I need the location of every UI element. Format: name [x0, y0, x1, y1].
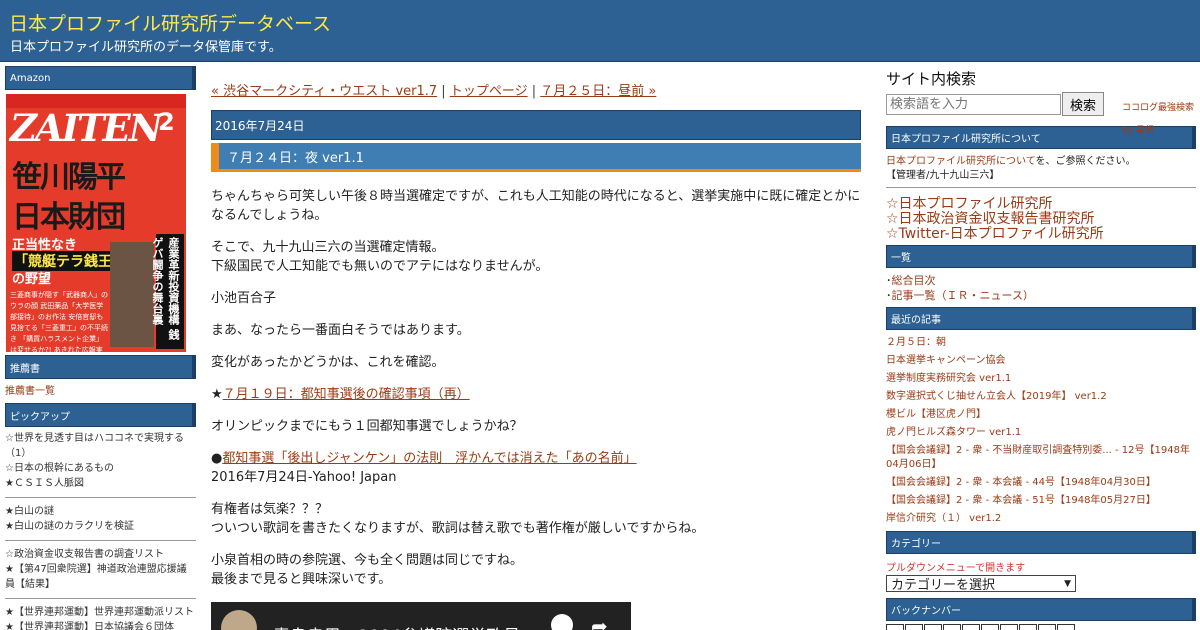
next-entry-link[interactable]: ７月２５日：昼前 »	[540, 84, 656, 99]
category-select-value: カテゴリーを選択	[891, 578, 996, 593]
watch-later-icon[interactable]	[551, 614, 573, 630]
related-site-link[interactable]: ☆日本プロファイル研究所	[886, 196, 1053, 212]
divider	[886, 187, 1196, 188]
divider	[5, 497, 196, 498]
search-input[interactable]	[886, 93, 1061, 115]
paragraph: ちゃんちゃら可笑しい午後８時当選確定ですが、これも人工知能の時代になると、選挙実…	[211, 189, 861, 223]
star-mark: ★	[211, 387, 223, 402]
paragraph: オリンピックまでにもう１回都知事選でしょうかね？	[211, 419, 523, 434]
related-site-link[interactable]: ☆Twitter-日本プロファイル研究所	[886, 226, 1104, 242]
nav-separator: |	[441, 84, 446, 99]
recent-heading: 最近の記事	[886, 307, 1196, 330]
prev-entry-link[interactable]: « 渋谷マークシティ・ウエスト ver1.7	[211, 84, 437, 99]
ad-photo	[110, 242, 154, 347]
site-description: 日本プロファイル研究所のデータ保管庫です。	[10, 40, 282, 55]
recent-item[interactable]: 岸信介研究（１） ver1.2	[886, 513, 1001, 524]
related-entry-link[interactable]: ７月１９日：都知事選後の確認事項（再）	[223, 387, 470, 402]
recent-item[interactable]: 選挙制度実務研究会 ver1.1	[886, 373, 1011, 384]
left-sidebar: Amazon ZAITEN 2 笹川陽平 日本財団 正当性なき 「競艇テラ銭王国…	[5, 66, 196, 630]
pickup-item[interactable]: ★白山の謎のカラクリを検証	[5, 519, 196, 534]
entry-body: ちゃんちゃら可笑しい午後８時当選確定ですが、これも人工知能の時代になると、選挙実…	[211, 187, 861, 589]
ad-issue: 2	[158, 108, 175, 136]
pickup-heading: ピックアップ	[5, 403, 196, 427]
ad-sub-3: の野望	[12, 272, 52, 287]
bullet-mark: ●	[211, 451, 223, 466]
about-text: 日本プロファイル研究所についてを、ご参照ください。 【管理者/九十九山三六】	[886, 156, 1136, 181]
pickup-item[interactable]: ★ＣＳＩＳ人脈図	[5, 476, 196, 491]
search-button[interactable]: 検索	[1062, 92, 1104, 116]
recent-item[interactable]: 【国会会議録】2 - 衆 - 本会議 - 44号【1948年04月30日】	[886, 477, 1156, 488]
index-item[interactable]: 記事一覧（ＩＲ・ニュース）	[892, 289, 1034, 302]
site-header: 日本プロファイル研究所データベース 日本プロファイル研究所のデータ保管庫です。	[0, 0, 1200, 62]
paragraph: 小泉首相の時の参院選、今も全く問題は同じですね。 最後まで見ると興味深いです。	[211, 553, 524, 587]
related-sites: ☆日本プロファイル研究所 ☆日本政治資金収支報告書研究所 ☆Twitter-日本…	[886, 197, 1196, 242]
paragraph: ★７月１９日：都知事選後の確認事項（再）	[211, 385, 861, 404]
index-heading: 一覧	[886, 245, 1196, 268]
about-link[interactable]: 日本プロファイル研究所について	[886, 156, 1036, 167]
nav-separator: |	[531, 84, 537, 99]
admin-name: 【管理者/九十九山三六】	[886, 170, 1000, 181]
entry-date: 2016年7月24日	[211, 110, 861, 140]
divider	[5, 598, 196, 599]
ad-vertical-text: 産業革新投資機構 銭ゲバ闘争の舞台裏	[151, 234, 184, 349]
ad-logo: ZAITEN	[10, 106, 163, 150]
pickup-item[interactable]: ★白山の謎	[5, 504, 196, 519]
related-site-link[interactable]: ☆日本政治資金収支報告書研究所	[886, 211, 1095, 227]
pickup-item[interactable]: ☆日本の根幹にあるもの	[5, 461, 196, 476]
entry-navigation: « 渋谷マークシティ・ウエスト ver1.7 | トップページ | ７月２５日：…	[211, 80, 861, 100]
paragraph: そこで、九十九山三六の当選確定情報。 下級国民で人工知能でも無いのでアテにはなりま…	[211, 240, 549, 274]
news-article-link[interactable]: 都知事選「後出しジャンケン」の法則 浮かんでは消えた「あの名前」	[222, 451, 636, 466]
recent-item[interactable]: 日本選挙キャンペーン協会	[886, 355, 1006, 366]
paragraph: 変化があったかどうかは、これを確認。	[211, 355, 445, 370]
category-select[interactable]: カテゴリーを選択 ▼	[886, 575, 1076, 593]
pickup-item[interactable]: ★【世界連邦運動】世界連邦運動派リスト	[5, 605, 196, 620]
top-page-link[interactable]: トップページ	[450, 84, 528, 99]
category-heading: カテゴリー	[886, 531, 1196, 554]
ad-small-lines: 三菱商事が隠す「武器商人」のウラの顔 武田薬品「大学医学部接待」のお作法 安倍官…	[10, 291, 108, 352]
category-note: プルダウンメニューで開きます	[886, 563, 1026, 574]
books-list-link[interactable]: 推薦書一覧	[5, 386, 55, 397]
recent-item[interactable]: 【国会会議録】2 - 衆 - 本会議 - 51号【1948年05月27日】	[886, 495, 1156, 506]
entry-title: ７月２４日：夜 ver1.1	[211, 143, 861, 172]
magazine-ad-image[interactable]: ZAITEN 2 笹川陽平 日本財団 正当性なき 「競艇テラ銭王国」 の野望 産…	[6, 94, 186, 352]
pickup-item[interactable]: ☆政治資金収支報告書の調査リスト	[5, 547, 196, 562]
amazon-heading: Amazon	[5, 66, 196, 90]
search-credit[interactable]: ココログ最強検索 by 暴想	[1122, 97, 1198, 143]
index-list: ･総合目次 ･記事一覧（ＩＲ・ニュース）	[886, 274, 1034, 302]
paragraph: ●都知事選「後出しジャンケン」の法則 浮かんでは消えた「あの名前」 2016年7月…	[211, 449, 861, 487]
search-title: サイト内検索	[886, 70, 977, 88]
recent-item[interactable]: 【国会会議録】2 - 衆 - 不当財産取引調査特別委... - 12号【1948…	[886, 445, 1190, 470]
news-source: 2016年7月24日-Yahoo! Japan	[211, 470, 397, 485]
right-sidebar: サイト内検索 検索 ココログ最強検索 by 暴想 日本プロファイル研究所について…	[886, 66, 1196, 630]
backnumber-calendar[interactable]	[886, 624, 1196, 630]
chevron-down-icon: ▼	[1064, 578, 1071, 589]
recent-item[interactable]: 櫻ビル【港区虎ノ門】	[886, 409, 986, 420]
books-heading: 推薦書	[5, 355, 196, 379]
pickup-item[interactable]: ☆世界を見透す目はハココネで実現する（1）	[5, 431, 196, 461]
recent-item[interactable]: ２月５日：朝	[886, 337, 946, 348]
main-content: « 渋谷マークシティ・ウエスト ver1.7 | トップページ | ７月２５日：…	[211, 66, 861, 630]
pickup-item[interactable]: ★【世界連邦運動】日本協議会６団体	[5, 620, 196, 630]
embedded-video[interactable]: 青島幸男 2004参議院選挙政見... ➦	[211, 602, 631, 630]
video-title: 青島幸男 2004参議院選挙政見...	[273, 622, 536, 630]
ad-headline-1: 笹川陽平	[12, 160, 126, 195]
index-item[interactable]: 総合目次	[892, 274, 936, 287]
recent-item[interactable]: 虎ノ門ヒルズ森タワー ver1.1	[886, 427, 1021, 438]
paragraph: 小池百合子	[211, 291, 277, 306]
pickup-item[interactable]: ★【第47回衆院選】神道政治連盟応援議員【結果】	[5, 562, 196, 592]
recent-item[interactable]: 数字選択式くじ抽せん立会人【2019年】 ver1.2	[886, 391, 1107, 402]
recent-list: ２月５日：朝 日本選挙キャンペーン協会 選挙制度実務研究会 ver1.1 数字選…	[886, 334, 1196, 528]
backnumber-heading: バックナンバー	[886, 598, 1196, 621]
share-icon[interactable]: ➦	[591, 614, 608, 630]
site-title[interactable]: 日本プロファイル研究所データベース	[9, 9, 331, 36]
divider	[5, 540, 196, 541]
channel-avatar	[221, 610, 257, 630]
paragraph: まあ、なったら一番面白そうではあります。	[211, 323, 470, 338]
ad-headline-2: 日本財団	[12, 200, 126, 235]
paragraph: 有権者は気楽？？？ ついつい歌詞を書きたくなりますが、歌詞は替え歌でも著作権が厳し…	[211, 502, 705, 536]
